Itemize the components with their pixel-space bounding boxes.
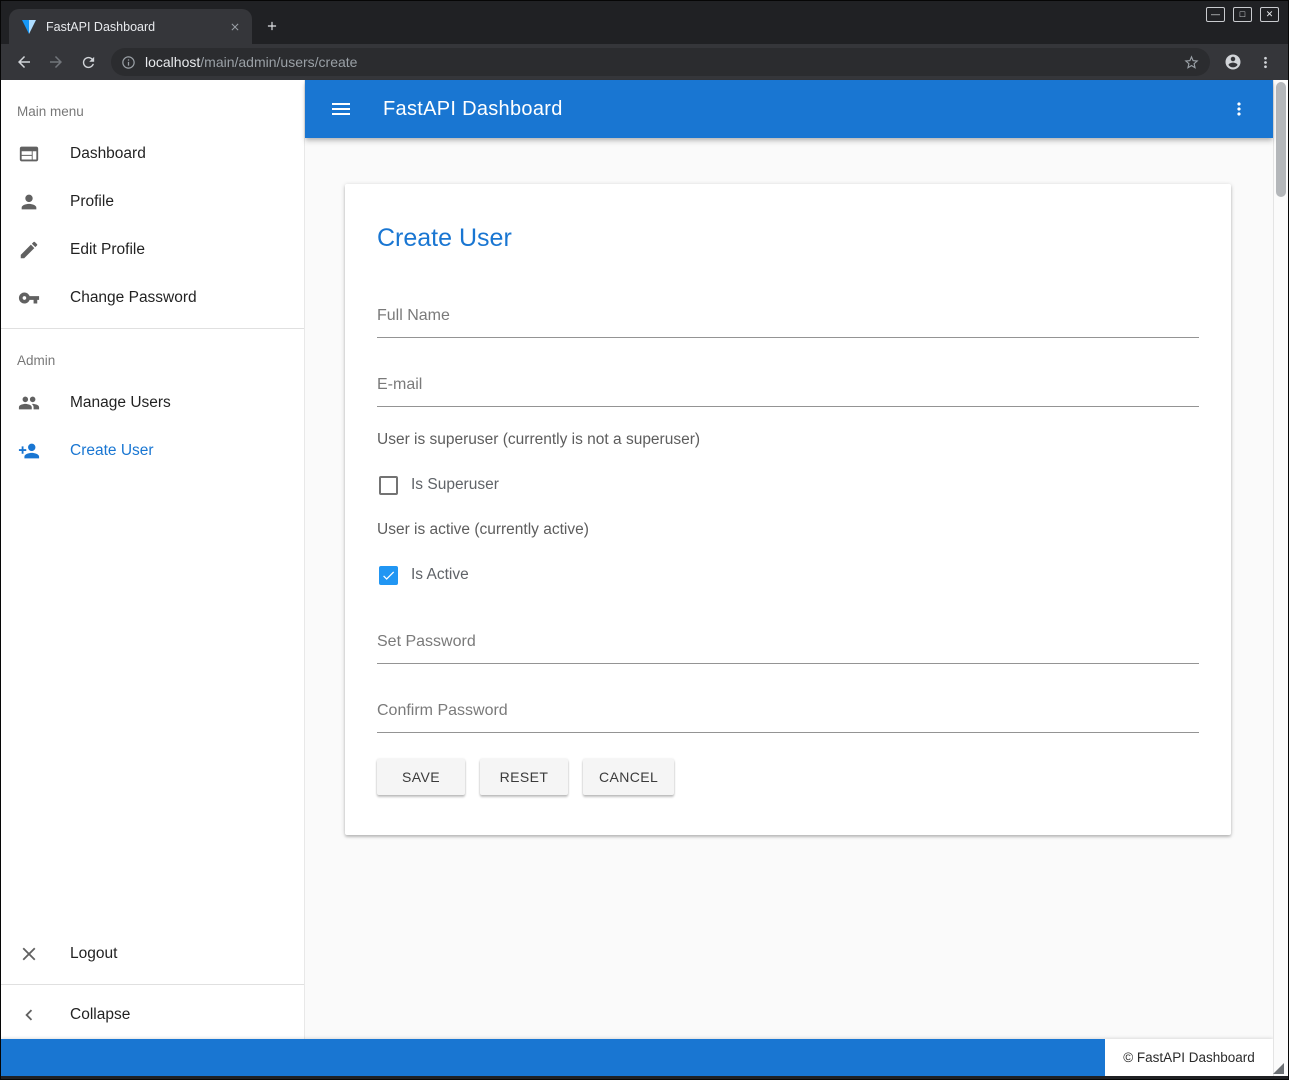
browser-tab[interactable]: FastAPI Dashboard	[9, 9, 252, 44]
sidebar-item-label: Manage Users	[70, 394, 171, 412]
save-button[interactable]: SAVE	[377, 759, 465, 795]
sidebar-section-main-menu: Main menu	[1, 86, 304, 130]
sidebar-item-manage-users[interactable]: Manage Users	[1, 379, 304, 427]
sidebar-item-change-password[interactable]: Change Password	[1, 274, 304, 322]
minimize-button[interactable]: —	[1206, 7, 1225, 22]
tab-title: FastAPI Dashboard	[46, 20, 217, 34]
chevron-left-icon	[17, 1003, 41, 1027]
browser-menu-icon[interactable]	[1250, 48, 1280, 76]
close-button[interactable]: ✕	[1260, 7, 1279, 22]
sidebar-section-admin: Admin	[1, 335, 304, 379]
scrollbar-thumb[interactable]	[1276, 82, 1286, 197]
dashboard-icon	[17, 142, 41, 166]
set-password-field	[377, 619, 1199, 664]
address-bar[interactable]: localhost/main/admin/users/create	[111, 48, 1210, 76]
is-active-checkbox-row[interactable]: Is Active	[379, 561, 1197, 589]
sidebar-spacer	[1, 475, 304, 930]
sidebar-item-label: Collapse	[70, 1006, 130, 1024]
sidebar: Main menu Dashboard Profile	[1, 80, 305, 1039]
sidebar-item-label: Create User	[70, 442, 154, 460]
reload-icon[interactable]	[73, 48, 103, 76]
person-icon	[17, 190, 41, 214]
sidebar-item-dashboard[interactable]: Dashboard	[1, 130, 304, 178]
pencil-icon	[17, 238, 41, 262]
browser-tab-strip: FastAPI Dashboard — □ ✕	[1, 1, 1288, 44]
forward-icon[interactable]	[41, 48, 71, 76]
is-superuser-checkbox[interactable]	[379, 476, 398, 495]
is-active-label: Is Active	[411, 566, 469, 584]
profile-avatar-icon[interactable]	[1218, 48, 1248, 76]
sidebar-item-logout[interactable]: Logout	[1, 930, 304, 978]
tab-close-icon[interactable]	[226, 18, 244, 36]
cancel-button[interactable]: CANCEL	[583, 759, 674, 795]
app-title: FastAPI Dashboard	[383, 98, 563, 121]
is-superuser-label: Is Superuser	[411, 476, 499, 494]
confirm-password-input[interactable]	[377, 688, 1199, 733]
sidebar-item-label: Dashboard	[70, 145, 146, 163]
content-area: Create User User is superuser (currently…	[305, 138, 1273, 1039]
browser-toolbar: localhost/main/admin/users/create	[1, 44, 1288, 80]
footer-copyright: © FastAPI Dashboard	[1105, 1039, 1273, 1076]
form-actions: SAVE RESET CANCEL	[377, 759, 1199, 795]
browser-window: FastAPI Dashboard — □ ✕ localhos	[0, 0, 1289, 1080]
sidebar-divider	[1, 328, 304, 329]
app-overflow-menu-icon[interactable]	[1219, 89, 1259, 129]
sidebar-item-create-user[interactable]: Create User	[1, 427, 304, 475]
sidebar-item-label: Change Password	[70, 289, 197, 307]
window-controls: — □ ✕	[1206, 7, 1279, 22]
is-superuser-checkbox-row[interactable]: Is Superuser	[379, 471, 1197, 499]
sidebar-item-collapse[interactable]: Collapse	[1, 991, 304, 1039]
app-footer: © FastAPI Dashboard	[1, 1039, 1273, 1076]
url-text: localhost/main/admin/users/create	[145, 54, 357, 70]
sidebar-item-edit-profile[interactable]: Edit Profile	[1, 226, 304, 274]
window-resize-grip[interactable]	[1273, 1063, 1284, 1074]
page-scrollbar[interactable]	[1273, 80, 1288, 1076]
hamburger-menu-icon[interactable]	[321, 89, 361, 129]
create-user-card: Create User User is superuser (currently…	[345, 184, 1231, 835]
page-viewport: Main menu Dashboard Profile	[1, 80, 1288, 1076]
page-title: Create User	[377, 224, 1199, 253]
sidebar-divider	[1, 984, 304, 985]
site-info-icon[interactable]	[121, 55, 136, 70]
email-input[interactable]	[377, 362, 1199, 407]
full-name-field	[377, 293, 1199, 338]
bookmark-star-icon[interactable]	[1183, 54, 1200, 71]
sidebar-item-label: Edit Profile	[70, 241, 145, 259]
close-icon	[17, 942, 41, 966]
key-icon	[17, 286, 41, 310]
back-icon[interactable]	[9, 48, 39, 76]
footer-bar	[1, 1039, 1105, 1076]
confirm-password-field	[377, 688, 1199, 733]
new-tab-button[interactable]	[258, 12, 286, 40]
url-path: /main/admin/users/create	[200, 54, 357, 70]
set-password-input[interactable]	[377, 619, 1199, 664]
reset-button[interactable]: RESET	[480, 759, 568, 795]
is-active-checkbox[interactable]	[379, 566, 398, 585]
email-field	[377, 362, 1199, 407]
app-bar: FastAPI Dashboard	[305, 80, 1273, 138]
full-name-input[interactable]	[377, 293, 1199, 338]
sidebar-item-label: Profile	[70, 193, 114, 211]
active-hint: User is active (currently active)	[377, 521, 1199, 539]
main-area: FastAPI Dashboard Create User	[305, 80, 1273, 1039]
vuetify-favicon	[21, 19, 37, 35]
sidebar-item-profile[interactable]: Profile	[1, 178, 304, 226]
people-icon	[17, 391, 41, 415]
person-add-icon	[17, 439, 41, 463]
sidebar-item-label: Logout	[70, 945, 117, 963]
maximize-button[interactable]: □	[1233, 7, 1252, 22]
url-host: localhost	[145, 54, 200, 70]
superuser-hint: User is superuser (currently is not a su…	[377, 431, 1199, 449]
